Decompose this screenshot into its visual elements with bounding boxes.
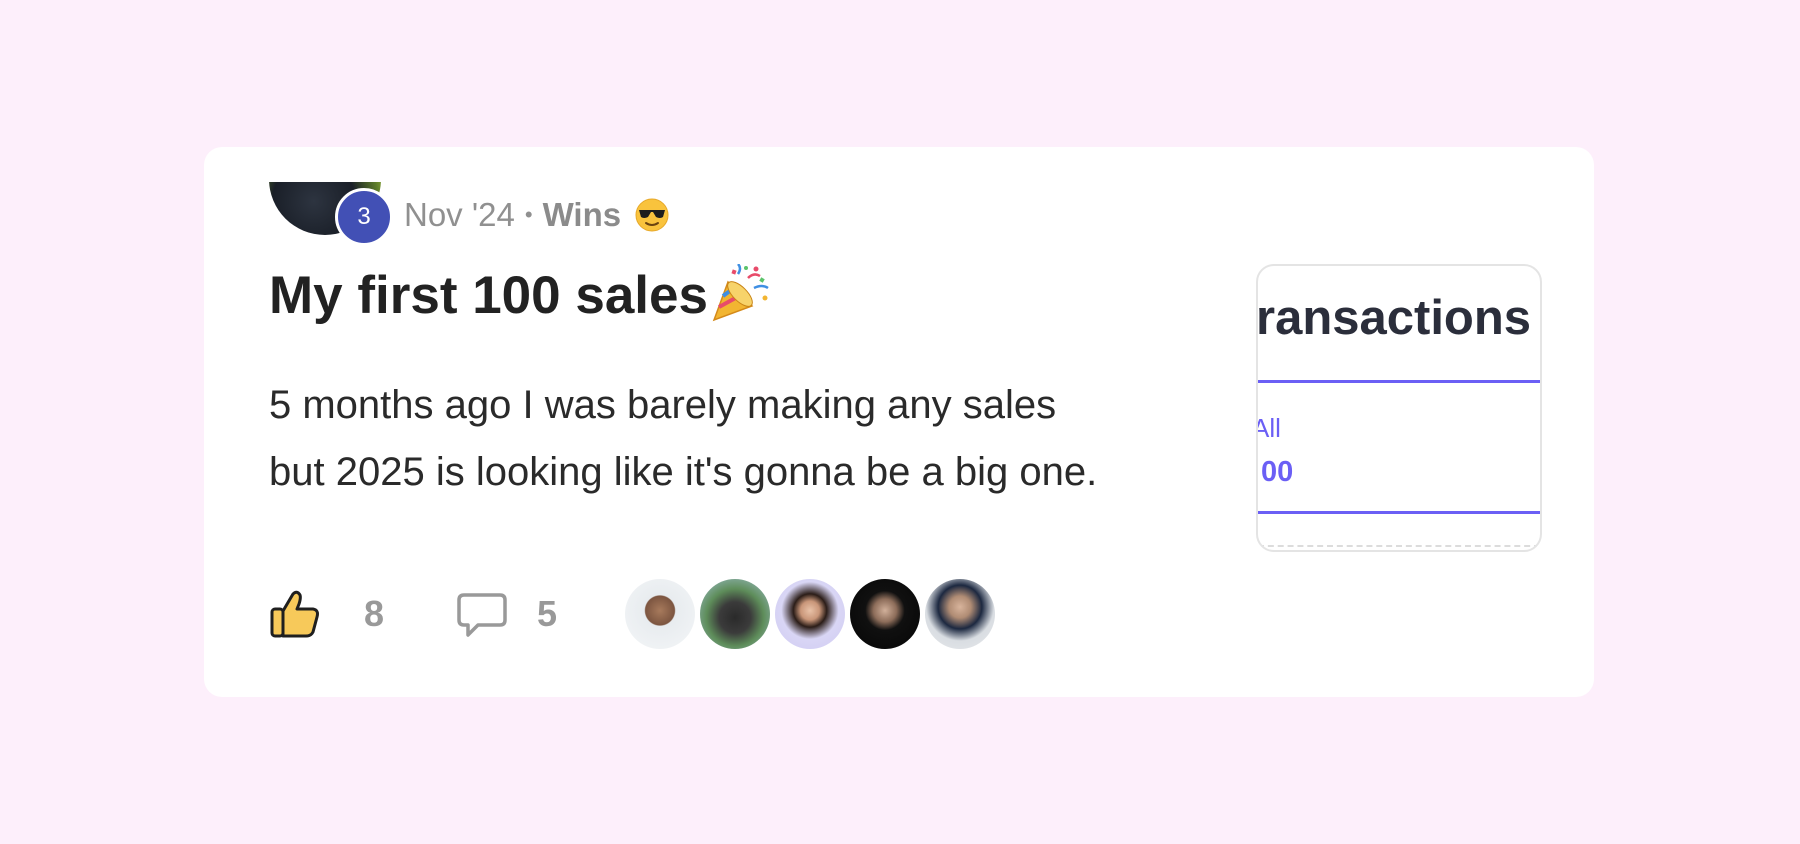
member-avatar[interactable] bbox=[925, 579, 995, 649]
post-body-line: but 2025 is looking like it's gonna be a… bbox=[269, 450, 1098, 494]
member-avatar[interactable] bbox=[775, 579, 845, 649]
author-level-badge: 3 bbox=[335, 188, 393, 246]
post-meta: Nov '24 • Wins bbox=[404, 190, 669, 240]
like-count: 8 bbox=[364, 593, 385, 634]
attachment-value: 00 bbox=[1261, 456, 1294, 488]
sunglasses-emoji-icon bbox=[635, 198, 669, 232]
attachment-title: ransactions bbox=[1256, 291, 1532, 345]
attachment-divider bbox=[1258, 511, 1540, 514]
post-date[interactable]: Nov '24 bbox=[404, 196, 515, 234]
post-category[interactable]: Wins bbox=[543, 196, 622, 234]
thumbs-up-icon[interactable] bbox=[269, 588, 321, 640]
meta-separator: • bbox=[524, 202, 533, 227]
party-popper-icon bbox=[708, 263, 770, 326]
member-avatar[interactable] bbox=[850, 579, 920, 649]
post-body-line: 5 months ago I was barely making any sal… bbox=[269, 383, 1057, 427]
member-avatar[interactable] bbox=[625, 579, 695, 649]
post-title-text: My first 100 sales bbox=[269, 265, 708, 325]
member-avatar[interactable] bbox=[700, 579, 770, 649]
post-body[interactable]: 5 months ago I was barely making any sal… bbox=[269, 372, 1229, 506]
post-card[interactable]: 3 Nov '24 • Wins My first 100 sales 5 mo… bbox=[204, 147, 1594, 697]
attachment-tab-label: All bbox=[1258, 413, 1281, 443]
comment-count: 5 bbox=[537, 593, 558, 634]
attachment-thumbnail[interactable]: ransactions All 00 bbox=[1256, 264, 1542, 552]
attachment-dashed-line bbox=[1258, 545, 1540, 547]
member-avatars[interactable] bbox=[625, 579, 1000, 649]
attachment-divider bbox=[1258, 380, 1540, 383]
comment-bubble-icon[interactable] bbox=[456, 592, 508, 640]
post-title[interactable]: My first 100 sales bbox=[269, 263, 770, 326]
